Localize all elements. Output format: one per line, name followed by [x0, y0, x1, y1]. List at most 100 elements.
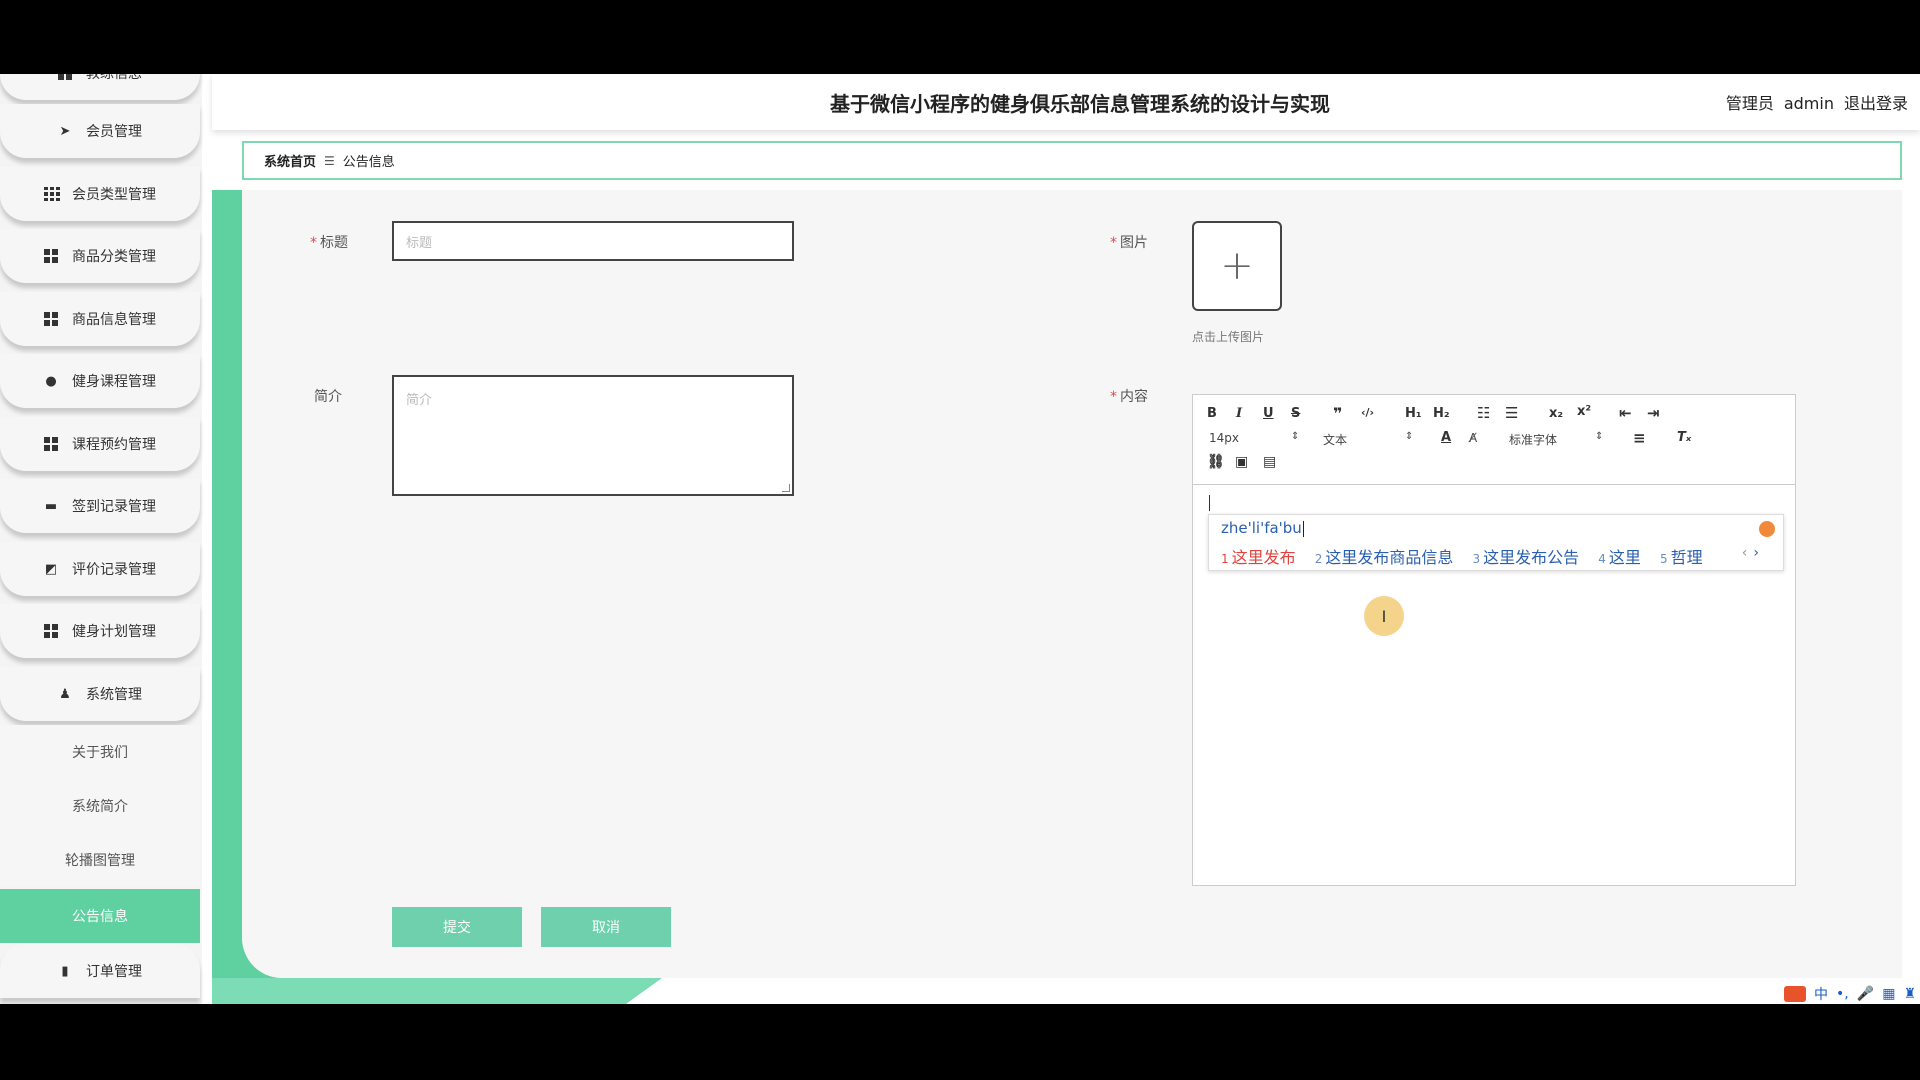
- sidebar-item-label: 商品分类管理: [72, 249, 156, 265]
- paragraph-select[interactable]: 文本 ⇕: [1323, 431, 1413, 448]
- code-icon[interactable]: ‹/›: [1361, 406, 1374, 419]
- image-icon[interactable]: ▣: [1235, 454, 1248, 470]
- breadcrumb: 系统首页 ☰ 公告信息: [242, 141, 1902, 180]
- sidebar-item-checkins[interactable]: ▬ 签到记录管理: [0, 479, 200, 533]
- cancel-button[interactable]: 取消: [541, 907, 671, 947]
- sidebar-item-coach[interactable]: 教练信息: [0, 74, 200, 100]
- sidebar-subitem-announcements[interactable]: 公告信息: [0, 889, 200, 943]
- chevron-right-icon[interactable]: ›: [1753, 545, 1759, 561]
- text-caret: [1209, 495, 1210, 511]
- sidebar-subitem-intro[interactable]: 系统简介: [0, 779, 200, 833]
- heading1-icon[interactable]: H₁: [1405, 406, 1422, 421]
- breadcrumb-current: 公告信息: [342, 155, 395, 170]
- sidebar-item-label: 课程预约管理: [72, 437, 156, 453]
- sidebar-item-label: 会员管理: [86, 124, 142, 140]
- intro-textarea[interactable]: 简介: [392, 375, 794, 496]
- underline-icon[interactable]: U: [1263, 406, 1274, 421]
- bold-icon[interactable]: B: [1207, 406, 1217, 421]
- strikethrough-icon[interactable]: S: [1291, 406, 1300, 421]
- sidebar-item-reviews[interactable]: ◩ 评价记录管理: [0, 542, 200, 596]
- superscript-icon[interactable]: x²: [1577, 404, 1591, 419]
- font-family-select[interactable]: 标准字体 ⇕: [1509, 431, 1603, 448]
- ime-candidate[interactable]: 3 这里发布公告: [1473, 548, 1580, 567]
- bullet-list-icon[interactable]: ☰: [1505, 404, 1518, 422]
- username: admin: [1783, 94, 1834, 113]
- grid-icon: [44, 437, 58, 451]
- ordered-list-icon[interactable]: ☷: [1477, 404, 1490, 422]
- sidebar-item-label: 教练信息: [86, 74, 142, 82]
- sidebar-item-fitness-plans[interactable]: 健身计划管理: [0, 604, 200, 658]
- send-icon: ➤: [59, 123, 71, 139]
- microphone-icon[interactable]: 🎤: [1857, 986, 1874, 1002]
- align-icon[interactable]: ≡: [1633, 429, 1646, 447]
- resize-handle-icon[interactable]: [782, 484, 790, 492]
- keyboard-icon[interactable]: ▦: [1882, 986, 1895, 1002]
- sidebar-item-members[interactable]: ➤ 会员管理: [0, 104, 200, 158]
- sidebar-item-courses[interactable]: ● 健身课程管理: [0, 354, 200, 408]
- sidebar: 教练信息 ➤ 会员管理 会员类型管理 商品分类管理 商品信息管理 ● 健身课程管…: [0, 74, 202, 1004]
- editor-toolbar: B I U S ❞ ‹/› H₁ H₂ ☷ ☰ x₂ x² ⇤ ⇥ 14px ⇕ …: [1193, 395, 1795, 485]
- sidebar-subitem-about[interactable]: 关于我们: [0, 725, 200, 779]
- sidebar-item-label: 健身课程管理: [72, 374, 156, 390]
- background-color-icon[interactable]: A̸: [1469, 431, 1477, 445]
- chevron-left-icon[interactable]: ‹: [1742, 545, 1748, 561]
- ime-candidate[interactable]: 5 哲理: [1660, 548, 1703, 567]
- sidebar-item-label: 健身计划管理: [72, 624, 156, 640]
- select-arrows-icon: ⇕: [1595, 431, 1604, 442]
- breadcrumb-separator-icon: ☰: [324, 153, 335, 168]
- intro-label: 简介: [314, 389, 342, 405]
- sidebar-item-system[interactable]: ♟ 系统管理: [0, 667, 200, 721]
- sogou-logo-icon: [1784, 986, 1807, 1002]
- sidebar-item-label: 系统管理: [86, 687, 142, 703]
- image-upload-button[interactable]: +: [1192, 221, 1282, 311]
- ime-candidate-popup: zhe'li'fa'bu 1 这里发布 2 这里发布商品信息 3 这里发布公告 4 这里…: [1208, 514, 1784, 571]
- grid-icon: [44, 187, 60, 201]
- ime-page-arrows[interactable]: ‹ ›: [1742, 545, 1759, 561]
- title-input[interactable]: 标题: [392, 221, 794, 261]
- grid-icon: [44, 624, 58, 638]
- ime-candidate[interactable]: 2 这里发布商品信息: [1315, 548, 1454, 567]
- sidebar-item-member-types[interactable]: 会员类型管理: [0, 167, 200, 221]
- sidebar-item-product-categories[interactable]: 商品分类管理: [0, 229, 200, 283]
- ime-language-indicator[interactable]: 中: [1814, 984, 1828, 1004]
- blockquote-icon[interactable]: ❞: [1333, 404, 1342, 423]
- title-label: * 标题: [310, 235, 348, 251]
- outdent-icon[interactable]: ⇤: [1619, 404, 1632, 422]
- indent-icon[interactable]: ⇥: [1647, 404, 1660, 422]
- sidebar-item-label: 商品信息管理: [72, 312, 156, 328]
- ime-candidate[interactable]: 1 这里发布: [1221, 548, 1296, 567]
- italic-icon[interactable]: I: [1236, 406, 1242, 421]
- clear-format-icon[interactable]: Tₓ: [1677, 430, 1691, 445]
- sidebar-item-products[interactable]: 商品信息管理: [0, 292, 200, 346]
- ime-composition: zhe'li'fa'bu: [1221, 519, 1302, 537]
- link-icon[interactable]: ⛓: [1207, 454, 1225, 470]
- ime-candidates: 1 这里发布 2 这里发布商品信息 3 这里发布公告 4 这里 5 哲理: [1221, 544, 1717, 568]
- font-color-icon[interactable]: A: [1441, 430, 1451, 445]
- submit-button[interactable]: 提交: [392, 907, 522, 947]
- ime-candidate[interactable]: 4 这里: [1598, 548, 1641, 567]
- sidebar-item-course-bookings[interactable]: 课程预约管理: [0, 417, 200, 471]
- sidebar-item-label: 订单管理: [86, 964, 142, 980]
- shirt-icon[interactable]: ♜: [1903, 986, 1916, 1002]
- sidebar-item-label: 评价记录管理: [72, 562, 156, 578]
- rich-text-editor[interactable]: B I U S ❞ ‹/› H₁ H₂ ☷ ☰ x₂ x² ⇤ ⇥ 14px ⇕ …: [1192, 394, 1796, 886]
- monitor-icon: ▬: [44, 498, 58, 514]
- grid-icon: [58, 74, 72, 80]
- breadcrumb-home[interactable]: 系统首页: [264, 151, 316, 170]
- sidebar-item-label: 会员类型管理: [72, 187, 156, 203]
- sidebar-item-orders[interactable]: ▮ 订单管理: [0, 944, 200, 998]
- video-icon[interactable]: ▤: [1263, 454, 1276, 470]
- page-title: 基于微信小程序的健身俱乐部信息管理系统的设计与实现: [830, 92, 1330, 116]
- punctuation-icon[interactable]: •,: [1836, 986, 1849, 1002]
- subscript-icon[interactable]: x₂: [1549, 406, 1563, 421]
- select-arrows-icon: ⇕: [1291, 431, 1300, 442]
- chart-icon: ◩: [44, 561, 58, 577]
- upload-hint: 点击上传图片: [1192, 330, 1265, 344]
- sidebar-subitem-carousel[interactable]: 轮播图管理: [0, 833, 200, 887]
- heading2-icon[interactable]: H₂: [1433, 406, 1450, 421]
- grid-icon: [44, 312, 58, 326]
- image-label: * 图片: [1110, 235, 1148, 251]
- font-size-select[interactable]: 14px ⇕: [1209, 431, 1299, 445]
- select-arrows-icon: ⇕: [1405, 431, 1414, 442]
- logout-link[interactable]: 退出登录: [1844, 94, 1908, 113]
